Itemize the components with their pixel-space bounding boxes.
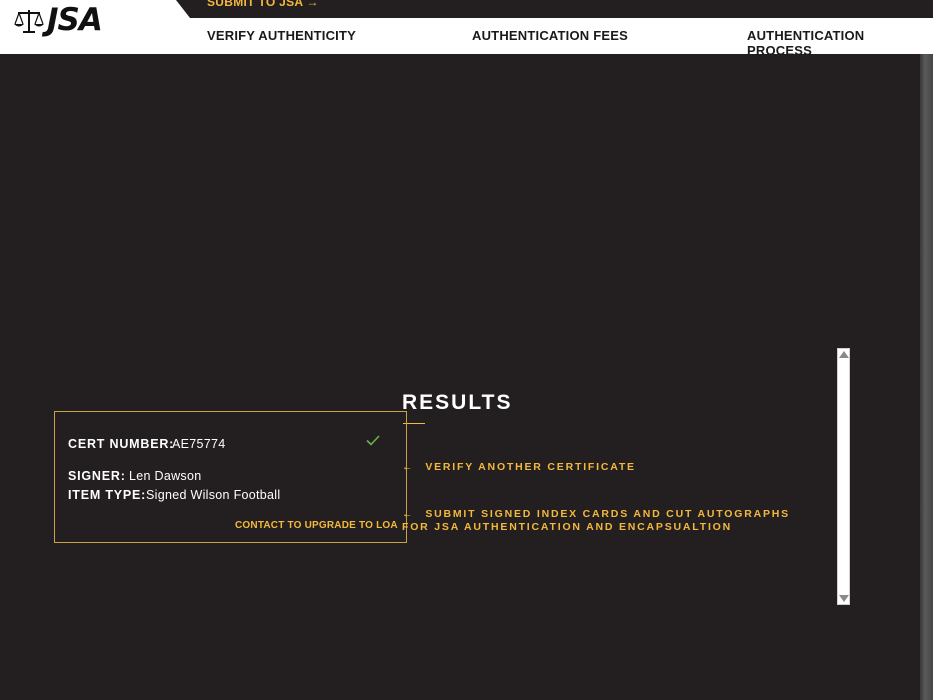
site-header: SUBMIT TO JSA → JSA VERIFY AUTHENTICITY … [0,0,933,58]
nav-authentication-process[interactable]: AUTHENTICATION PROCESS [747,28,933,58]
verify-another-label: VERIFY ANOTHER CERTIFICATE [425,461,636,473]
submit-index-cards-link[interactable]: ← SUBMIT SIGNED INDEX CARDS AND CUT AUTOG… [402,508,812,534]
check-icon [366,433,380,451]
topbar-diagonal [176,0,190,18]
jsa-logo[interactable]: JSA [14,2,103,38]
arrow-left-icon: ← [402,508,415,520]
item-type-value: Signed Wilson Football [146,488,281,502]
results-scrollbar[interactable] [837,348,850,605]
verify-another-certificate-link[interactable]: ← VERIFY ANOTHER CERTIFICATE [402,461,636,474]
logo-text: JSA [47,2,103,38]
nav-verify-authenticity[interactable]: VERIFY AUTHENTICITY [207,28,356,43]
arrow-left-icon: ← [402,461,415,473]
scroll-up-icon[interactable] [839,351,849,358]
submit-index-cards-label: SUBMIT SIGNED INDEX CARDS AND CUT AUTOGR… [402,508,790,533]
scales-icon [14,8,44,34]
signer-value: Len Dawson [129,469,202,483]
cert-number-value: AE75774 [172,437,226,451]
submit-to-jsa-link[interactable]: SUBMIT TO JSA → [207,0,319,9]
signer-label: SIGNER: [68,469,126,483]
upgrade-to-loa-link[interactable]: CONTACT TO UPGRADE TO LOA [235,520,398,531]
nav-authentication-fees[interactable]: AUTHENTICATION FEES [472,28,628,43]
cert-number-label: CERT NUMBER: [68,437,175,451]
certificate-result-card: CERT NUMBER: AE75774 SIGNER: Len Dawson … [54,411,407,543]
scroll-down-icon[interactable] [839,595,849,602]
item-type-label: ITEM TYPE: [68,488,147,502]
right-edge-strip [920,54,933,700]
results-title: RESULTS [402,391,513,414]
